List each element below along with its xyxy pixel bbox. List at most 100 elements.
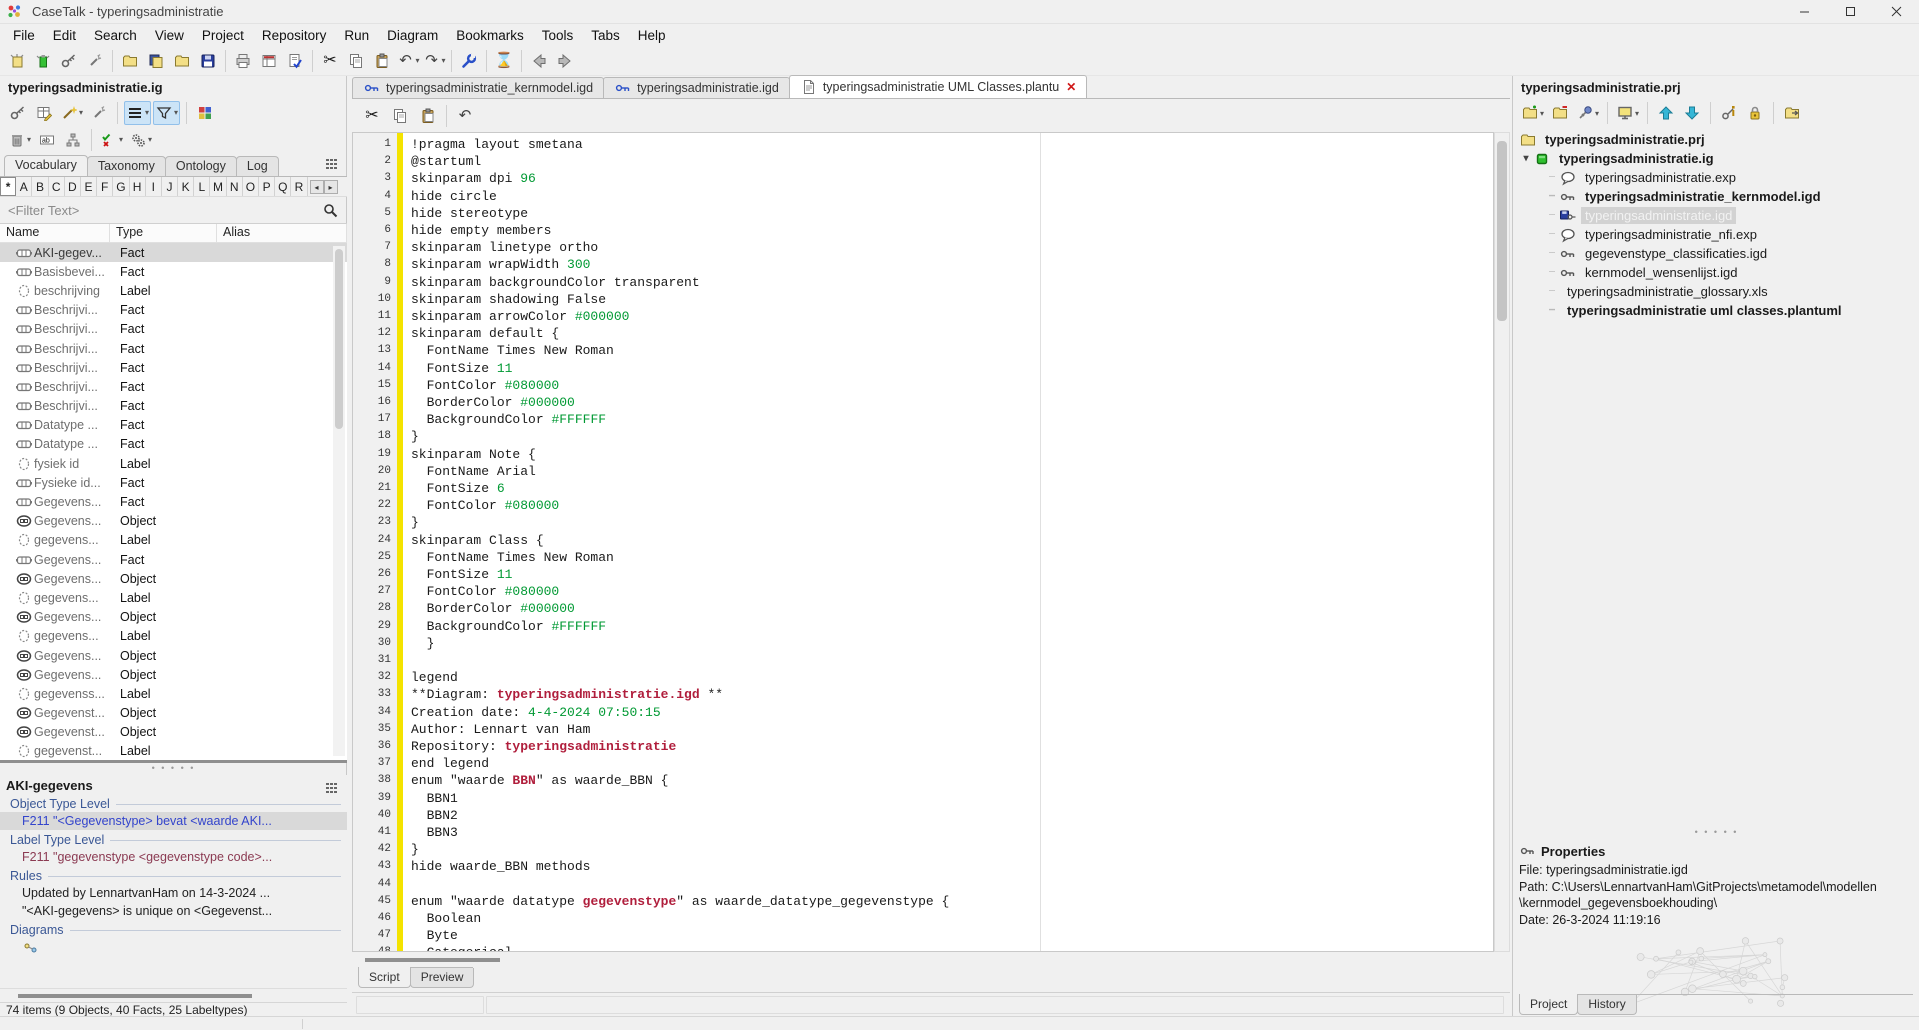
wait-button[interactable]: ⌛ <box>491 48 517 74</box>
alphabet-all[interactable]: * <box>0 177 16 196</box>
alphabet-q[interactable]: Q <box>275 177 291 196</box>
document-tab[interactable]: typeringsadministratie.igd <box>603 77 790 98</box>
vocab-row[interactable]: Gegevenst...Object <box>0 723 347 742</box>
section-item[interactable]: "<AKI-gegevens> is unique on <Gegevenst.… <box>0 902 347 920</box>
dropdown-arrow-icon[interactable]: ▾ <box>119 135 123 144</box>
tree-item[interactable]: ┄typeringsadministratie_kernmodel.igd <box>1513 187 1919 206</box>
vocab-row[interactable]: Gegevens...Object <box>0 569 347 588</box>
vocab-row[interactable]: Beschrijvi...Fact <box>0 339 347 358</box>
delete-button[interactable]: ▾ <box>6 128 33 152</box>
column-header-alias[interactable]: Alias <box>217 224 347 242</box>
edit-fact-button[interactable] <box>6 101 30 125</box>
view-mode-button[interactable]: ▾ <box>124 101 151 125</box>
tree-item[interactable]: ┄typeringsadministratie_nfi.exp <box>1513 225 1919 244</box>
alphabet-l[interactable]: L <box>194 177 210 196</box>
generate-button[interactable]: ▾ <box>127 128 154 152</box>
report-button[interactable] <box>256 48 282 74</box>
alphabet-o[interactable]: O <box>243 177 259 196</box>
vocab-row[interactable]: gegevens...Label <box>0 627 347 646</box>
alphabet-g[interactable]: G <box>113 177 129 196</box>
alphabet-j[interactable]: J <box>162 177 178 196</box>
back-button[interactable] <box>526 48 552 74</box>
tree-item[interactable]: ┄kernmodel_wensenlijst.igd <box>1513 263 1919 282</box>
open-recent-button[interactable] <box>169 48 195 74</box>
section-header-label-type-level[interactable]: Label Type Level <box>0 830 347 848</box>
tab-vocabulary[interactable]: Vocabulary <box>4 155 88 176</box>
dropdown-arrow-icon[interactable]: ▾ <box>148 135 152 144</box>
dropdown-arrow-icon[interactable]: ▾ <box>145 108 149 117</box>
dropdown-arrow-icon[interactable]: ▾ <box>174 108 178 117</box>
editor-undo-button[interactable]: ↶ <box>451 103 479 129</box>
new-model-button[interactable] <box>4 48 30 74</box>
tab-taxonomy[interactable]: Taxonomy <box>87 156 166 176</box>
filter-button[interactable]: ▾ <box>153 101 180 125</box>
dropdown-arrow-icon[interactable]: ▾ <box>1595 109 1599 118</box>
dropdown-arrow-icon[interactable]: ▾ <box>27 135 31 144</box>
vocab-row[interactable]: gegevens...Label <box>0 531 347 550</box>
tree-item[interactable]: ┄typeringsadministratie.exp <box>1513 168 1919 187</box>
view-button[interactable]: ▾ <box>1614 101 1641 125</box>
menu-edit[interactable]: Edit <box>44 26 85 45</box>
vocab-row[interactable]: Fysieke id...Fact <box>0 473 347 492</box>
filter-input[interactable]: <Filter Text> <box>8 203 79 218</box>
move-up-button[interactable] <box>1654 101 1678 125</box>
menu-project[interactable]: Project <box>193 26 253 45</box>
open-model-button[interactable] <box>143 48 169 74</box>
tools-button[interactable] <box>456 48 482 74</box>
vocab-row[interactable]: Datatype ...Fact <box>0 435 347 454</box>
plugin-button[interactable]: ▾ <box>1574 101 1601 125</box>
section-item[interactable] <box>0 938 347 960</box>
alphabet-scroll-right[interactable]: ▸ <box>324 180 338 194</box>
menu-file[interactable]: File <box>4 26 44 45</box>
validate-button[interactable] <box>282 48 308 74</box>
alphabet-c[interactable]: C <box>49 177 65 196</box>
vocab-row[interactable]: Beschrijvi...Fact <box>0 377 347 396</box>
section-header-diagrams[interactable]: Diagrams <box>0 920 347 938</box>
tab-log[interactable]: Log <box>236 156 279 176</box>
menu-view[interactable]: View <box>146 26 193 45</box>
palette-button[interactable] <box>193 101 217 125</box>
new-item-button[interactable] <box>30 48 56 74</box>
column-header-type[interactable]: Type <box>110 224 217 242</box>
menu-tabs[interactable]: Tabs <box>582 26 629 45</box>
vocab-row[interactable]: fysiek idLabel <box>0 454 347 473</box>
section-item[interactable]: F211 "gegevenstype <gegevenstype code>..… <box>0 848 347 866</box>
vocab-row[interactable]: beschrijvingLabel <box>0 281 347 300</box>
tree-item[interactable]: ┄gegevenstype_classificaties.igd <box>1513 244 1919 263</box>
edit-table-button[interactable] <box>32 101 56 125</box>
menu-repository[interactable]: Repository <box>253 26 336 45</box>
editor-tab-preview[interactable]: Preview <box>410 968 475 988</box>
lock-button[interactable] <box>1743 101 1767 125</box>
paste-button[interactable] <box>369 48 395 74</box>
remove-file-button[interactable] <box>1548 101 1572 125</box>
grid-icon[interactable] <box>323 779 341 797</box>
alphabet-a[interactable]: A <box>16 177 32 196</box>
tree-item[interactable]: ▾typeringsadministratie.ig <box>1513 149 1919 168</box>
vocab-row[interactable]: Beschrijvi...Fact <box>0 397 347 416</box>
list-vertical-scrollbar[interactable] <box>333 246 345 756</box>
vocab-row[interactable]: Beschrijvi...Fact <box>0 358 347 377</box>
wizard-button[interactable]: ▾ <box>58 101 85 125</box>
menu-search[interactable]: Search <box>85 26 146 45</box>
editor-cut-button[interactable]: ✂ <box>358 103 386 129</box>
alphabet-b[interactable]: B <box>32 177 48 196</box>
close-tab-icon[interactable]: ✕ <box>1066 80 1076 94</box>
hierarchy-button[interactable] <box>61 128 85 152</box>
editor-horizontal-scrollbar[interactable] <box>352 952 1510 967</box>
tree-item[interactable]: typeringsadministratie.prj <box>1513 130 1919 149</box>
document-tab[interactable]: typeringsadministratie_kernmodel.igd <box>352 77 604 98</box>
vocab-row[interactable]: Gegevens...Object <box>0 608 347 627</box>
cut-button[interactable]: ✂ <box>317 48 343 74</box>
section-item[interactable]: F211 "<Gegevenstype> bevat <waarde AKI..… <box>0 812 347 830</box>
menu-diagram[interactable]: Diagram <box>378 26 447 45</box>
vocab-row[interactable]: Gegevens...Fact <box>0 492 347 511</box>
document-tab[interactable]: typeringsadministratie UML Classes.plant… <box>789 75 1088 98</box>
alphabet-k[interactable]: K <box>178 177 194 196</box>
menu-bookmarks[interactable]: Bookmarks <box>447 26 533 45</box>
close-button[interactable] <box>1873 0 1919 23</box>
editor-paste-button[interactable] <box>414 103 442 129</box>
dropdown-arrow-icon[interactable]: ▾ <box>1540 109 1544 118</box>
detach-tool-button[interactable] <box>82 48 108 74</box>
tab-ontology[interactable]: Ontology <box>165 156 237 176</box>
vocab-row[interactable]: Gegevens...Object <box>0 512 347 531</box>
